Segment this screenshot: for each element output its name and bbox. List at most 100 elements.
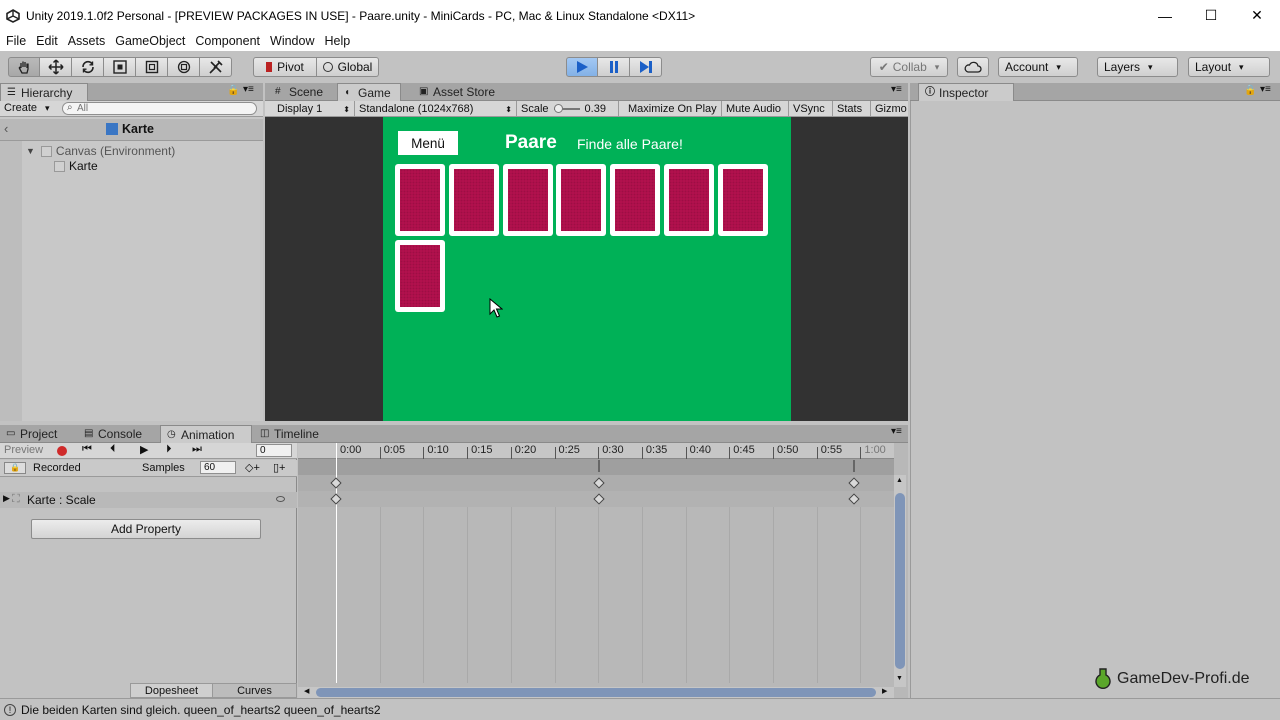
account-dropdown[interactable]: Account: [998, 57, 1078, 77]
status-bar[interactable]: ! Die beiden Karten sind gleich. queen_o…: [0, 698, 1280, 720]
card-back[interactable]: [395, 240, 445, 312]
curves-tab[interactable]: Curves: [213, 683, 297, 698]
rect-tool-button[interactable]: [136, 57, 168, 77]
tab-asset-store[interactable]: ▣ Asset Store: [413, 83, 503, 101]
scroll-up-icon[interactable]: ▲: [896, 477, 903, 484]
tab-scene[interactable]: # Scene: [269, 83, 337, 101]
hierarchy-search-input[interactable]: [77, 103, 247, 114]
previous-keyframe-button[interactable]: ⏴: [110, 443, 116, 456]
horizontal-scrollbar[interactable]: ◀ ▶: [298, 687, 894, 698]
step-button[interactable]: [630, 57, 662, 77]
cloud-button[interactable]: [957, 57, 989, 77]
add-keyframe-button[interactable]: ◇+: [245, 461, 260, 474]
hierarchy-item-karte[interactable]: Karte: [54, 159, 98, 173]
card-back[interactable]: [664, 164, 714, 236]
menu-file[interactable]: File: [2, 34, 30, 48]
property-options-icon[interactable]: [276, 496, 285, 502]
resolution-dropdown[interactable]: Standalone (1024x768) ⬍: [355, 101, 517, 117]
rotate-tool-button[interactable]: [72, 57, 104, 77]
scale-slider-track[interactable]: [553, 104, 580, 113]
tab-animation[interactable]: ◷ Animation: [160, 425, 252, 443]
card-back[interactable]: [717, 164, 768, 236]
display-dropdown[interactable]: Display 1 ⬍: [265, 101, 355, 117]
lock-icon[interactable]: 🔒: [227, 85, 239, 96]
tab-game[interactable]: ◖ Game: [337, 83, 401, 101]
menu-edit[interactable]: Edit: [32, 34, 62, 48]
expand-arrow-icon[interactable]: ▶: [3, 493, 10, 504]
pivot-button[interactable]: Pivot: [253, 57, 317, 77]
menu-window[interactable]: Window: [266, 34, 318, 48]
event-marker[interactable]: [598, 460, 600, 472]
maximize-on-play-toggle[interactable]: Maximize On Play: [624, 101, 722, 117]
tab-project[interactable]: ▭ Project: [0, 425, 78, 443]
play-button[interactable]: [566, 57, 598, 77]
vertical-scrollbar[interactable]: ▲ ▼: [894, 475, 906, 687]
maximize-button[interactable]: ☐: [1188, 0, 1234, 31]
tab-inspector[interactable]: ⓘ Inspector: [918, 83, 1014, 101]
horizontal-scroll-thumb[interactable]: [316, 688, 876, 697]
game-canvas[interactable]: Menü Paare Finde alle Paare!: [383, 117, 791, 421]
scroll-right-icon[interactable]: ▶: [882, 687, 887, 695]
panel-menu-icon[interactable]: ▾≡: [891, 84, 902, 95]
first-keyframe-button[interactable]: ⏮: [82, 443, 92, 456]
panel-menu-icon[interactable]: ▾≡: [1260, 84, 1271, 95]
vsync-toggle[interactable]: VSync: [789, 101, 833, 117]
tab-timeline[interactable]: ◫ Timeline: [254, 425, 334, 443]
frame-field[interactable]: 0: [256, 444, 292, 457]
card-back[interactable]: [395, 164, 445, 236]
menu-help[interactable]: Help: [320, 34, 354, 48]
record-button[interactable]: [57, 446, 67, 456]
add-event-button[interactable]: ▯+: [273, 461, 285, 474]
vertical-scroll-thumb[interactable]: [895, 493, 905, 669]
expand-arrow-icon[interactable]: ▼: [26, 146, 35, 156]
custom-tool-button[interactable]: [200, 57, 232, 77]
scale-tool-button[interactable]: [104, 57, 136, 77]
scroll-down-icon[interactable]: ▼: [896, 675, 903, 682]
time-ruler[interactable]: 0:00 0:05 0:10 0:15 0:20 0:25 0:30 0:35 0:40 0:45…: [298, 443, 894, 459]
card-back[interactable]: [610, 164, 661, 236]
card-back[interactable]: [448, 164, 499, 236]
next-keyframe-button[interactable]: ⏵: [166, 443, 172, 456]
close-button[interactable]: ✕: [1234, 0, 1280, 31]
gizmos-dropdown[interactable]: Gizmo: [871, 101, 908, 117]
move-tool-button[interactable]: [40, 57, 72, 77]
card-back[interactable]: [502, 164, 553, 236]
play-animation-button[interactable]: ▶: [140, 443, 148, 456]
scale-slider[interactable]: Scale 0.39: [517, 101, 619, 117]
layers-dropdown[interactable]: Layers: [1097, 57, 1178, 77]
event-lane[interactable]: [298, 459, 894, 475]
samples-field[interactable]: 60: [200, 461, 236, 474]
event-marker[interactable]: [853, 460, 855, 472]
panel-menu-icon[interactable]: ▾≡: [243, 84, 254, 95]
panel-menu-icon[interactable]: ▾≡: [891, 426, 902, 437]
add-property-button[interactable]: Add Property: [31, 519, 261, 539]
global-button[interactable]: Global: [317, 57, 379, 77]
back-arrow-icon[interactable]: ‹: [4, 121, 8, 136]
stats-toggle[interactable]: Stats: [833, 101, 871, 117]
hierarchy-item-canvas[interactable]: ▼ Canvas (Environment): [26, 144, 175, 158]
property-row[interactable]: ▶ ⛶ Karte : Scale: [0, 492, 297, 508]
clip-lock-icon[interactable]: 🔒: [4, 462, 26, 474]
last-keyframe-button[interactable]: ⏭: [192, 443, 202, 456]
tab-hierarchy[interactable]: ☰ Hierarchy: [0, 83, 88, 101]
collab-dropdown[interactable]: ✔ Collab: [870, 57, 948, 77]
pause-button[interactable]: [598, 57, 630, 77]
preview-toggle[interactable]: Preview: [4, 444, 43, 456]
menu-button[interactable]: Menü: [398, 131, 458, 155]
lock-icon[interactable]: 🔒: [1244, 85, 1256, 96]
scroll-left-icon[interactable]: ◀: [304, 687, 309, 695]
hand-tool-button[interactable]: [8, 57, 40, 77]
dopesheet-tab[interactable]: Dopesheet: [130, 683, 213, 698]
menu-gameobject[interactable]: GameObject: [111, 34, 189, 48]
menu-assets[interactable]: Assets: [64, 34, 110, 48]
mute-audio-toggle[interactable]: Mute Audio: [722, 101, 789, 117]
layout-dropdown[interactable]: Layout: [1188, 57, 1270, 77]
hierarchy-search[interactable]: ⌕: [62, 102, 257, 115]
transform-tool-button[interactable]: [168, 57, 200, 77]
menu-component[interactable]: Component: [191, 34, 264, 48]
dopesheet-area[interactable]: 0:00 0:05 0:10 0:15 0:20 0:25 0:30 0:35 0:40 0:45…: [298, 443, 908, 698]
card-back[interactable]: [556, 164, 607, 236]
scale-slider-thumb[interactable]: [553, 104, 563, 113]
minimize-button[interactable]: —: [1142, 0, 1188, 31]
tab-console[interactable]: ▤ Console: [78, 425, 158, 443]
